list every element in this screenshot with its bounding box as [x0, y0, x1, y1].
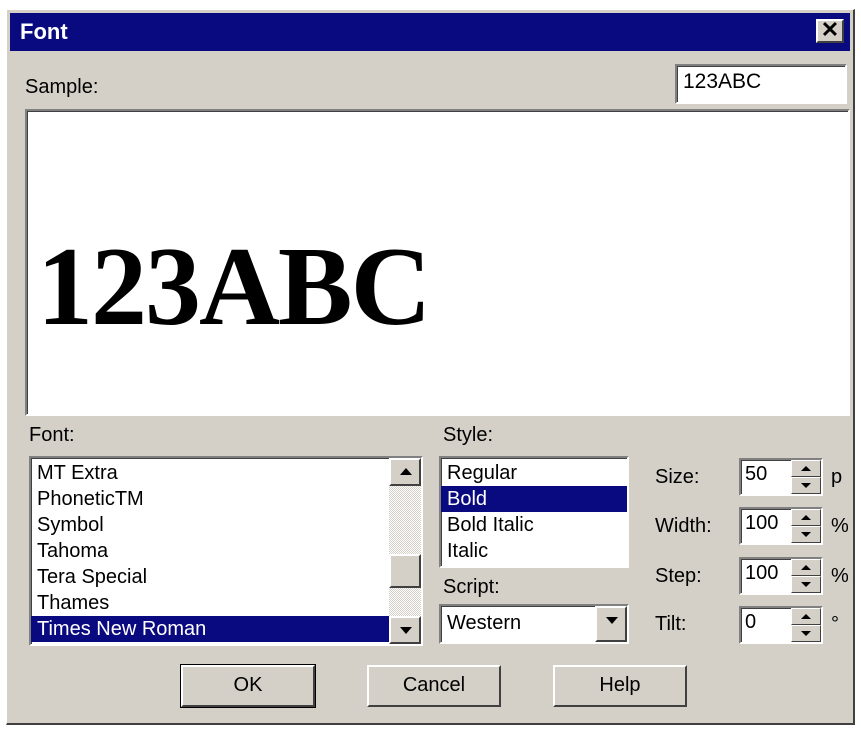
font-dialog: Font ✕ Sample: 123ABC 123ABC Font: MT Ex…	[6, 9, 855, 725]
step-spin-down[interactable]	[791, 576, 821, 593]
step-label: Step:	[655, 565, 702, 587]
arrow-down-icon	[400, 627, 412, 634]
arrow-down-icon	[801, 582, 811, 587]
size-spinner[interactable]	[791, 460, 821, 494]
step-spinner[interactable]	[791, 559, 821, 593]
size-unit: p	[831, 466, 843, 488]
size-label: Size:	[655, 466, 700, 488]
arrow-down-icon	[801, 631, 811, 636]
script-value: Western	[447, 612, 522, 634]
font-item-symbol[interactable]: Symbol	[31, 512, 389, 538]
close-icon[interactable]: ✕	[816, 19, 844, 43]
script-dropdown-button[interactable]	[595, 606, 627, 642]
font-item-times-new-roman[interactable]: Times New Roman	[31, 616, 389, 642]
style-item-italic[interactable]: Italic	[441, 538, 627, 564]
width-value: 100	[745, 512, 779, 534]
tilt-spin-up[interactable]	[791, 608, 821, 625]
step-field[interactable]: 100	[739, 557, 823, 595]
arrow-up-icon	[801, 466, 811, 471]
width-label: Width:	[655, 515, 712, 537]
arrow-down-icon	[801, 483, 811, 488]
tilt-field[interactable]: 0	[739, 606, 823, 644]
step-unit: %	[831, 565, 849, 587]
chevron-down-icon	[606, 617, 618, 624]
tilt-value: 0	[745, 611, 757, 633]
scroll-thumb[interactable]	[389, 554, 421, 588]
size-field[interactable]: 50	[739, 458, 823, 496]
size-spin-up[interactable]	[791, 460, 821, 477]
style-list: Regular Bold Bold Italic Italic	[441, 460, 627, 564]
step-value: 100	[745, 562, 779, 584]
size-value: 50	[745, 463, 768, 485]
style-item-bold[interactable]: Bold	[441, 486, 627, 512]
sample-preview: 123ABC	[25, 109, 850, 416]
style-listbox[interactable]: Regular Bold Bold Italic Italic	[439, 456, 629, 568]
width-unit: %	[831, 515, 849, 537]
font-item-phonetictm[interactable]: PhoneticTM	[31, 486, 389, 512]
sample-text-input[interactable]: 123ABC	[675, 64, 847, 104]
sample-label: Sample:	[25, 76, 99, 98]
font-item-tahoma[interactable]: Tahoma	[31, 538, 389, 564]
width-spin-up[interactable]	[791, 509, 821, 526]
help-button[interactable]: Help	[553, 665, 687, 707]
font-item-tera-special[interactable]: Tera Special	[31, 564, 389, 590]
style-label: Style:	[443, 424, 494, 446]
scroll-up-button[interactable]	[389, 458, 421, 486]
font-item-mt-extra[interactable]: MT Extra	[31, 460, 389, 486]
tilt-spin-down[interactable]	[791, 625, 821, 642]
width-field[interactable]: 100	[739, 507, 823, 545]
arrow-up-icon	[801, 515, 811, 520]
window-title: Font	[20, 19, 68, 44]
width-spin-down[interactable]	[791, 526, 821, 543]
step-spin-up[interactable]	[791, 559, 821, 576]
tilt-label: Tilt:	[655, 613, 687, 635]
font-scrollbar[interactable]	[389, 458, 421, 644]
script-select[interactable]: Western	[439, 604, 629, 644]
script-label: Script:	[443, 576, 500, 598]
tilt-spinner[interactable]	[791, 608, 821, 642]
font-item-thames[interactable]: Thames	[31, 590, 389, 616]
font-listbox[interactable]: MT Extra PhoneticTM Symbol Tahoma Tera S…	[29, 456, 423, 646]
ok-button[interactable]: OK	[180, 664, 316, 708]
scroll-down-button[interactable]	[389, 616, 421, 644]
tilt-unit: °	[831, 613, 839, 635]
width-spinner[interactable]	[791, 509, 821, 543]
sample-preview-text: 123ABC	[37, 225, 431, 349]
style-item-bold-italic[interactable]: Bold Italic	[441, 512, 627, 538]
arrow-up-icon	[801, 614, 811, 619]
cancel-button[interactable]: Cancel	[367, 665, 501, 707]
title-bar: Font ✕	[10, 13, 850, 51]
style-item-regular[interactable]: Regular	[441, 460, 627, 486]
arrow-up-icon	[801, 565, 811, 570]
font-label: Font:	[29, 424, 75, 446]
arrow-down-icon	[801, 532, 811, 537]
arrow-up-icon	[400, 468, 412, 475]
font-list: MT Extra PhoneticTM Symbol Tahoma Tera S…	[31, 460, 389, 642]
size-spin-down[interactable]	[791, 477, 821, 494]
